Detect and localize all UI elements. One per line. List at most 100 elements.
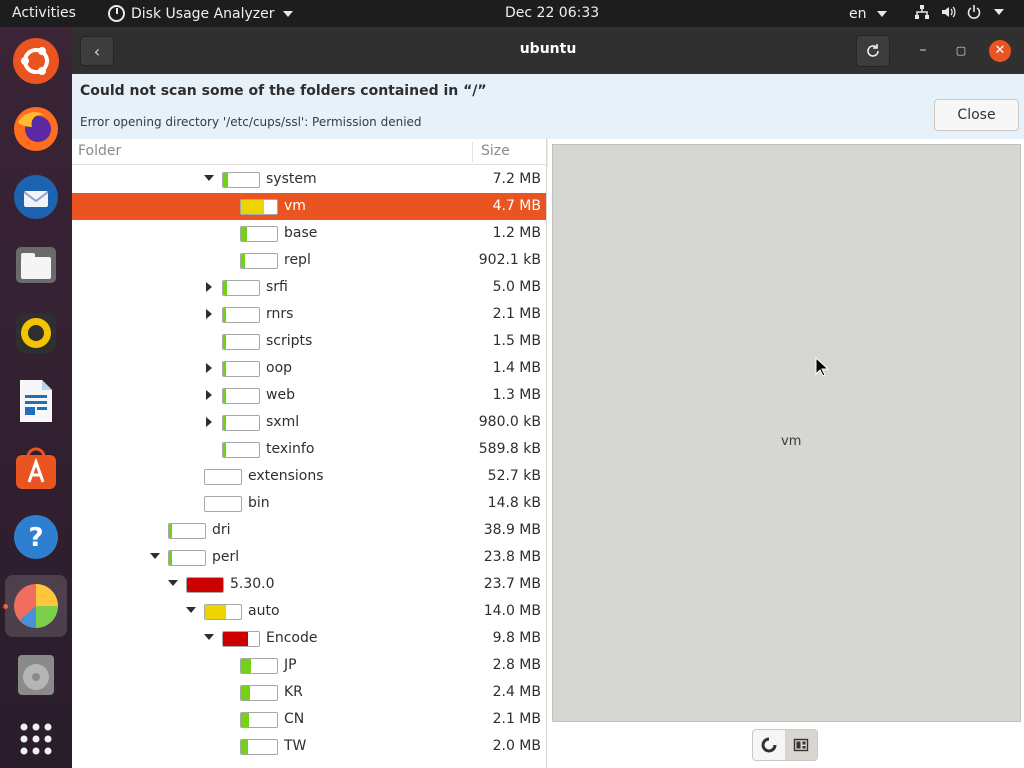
usage-bar-fill <box>223 281 227 295</box>
tree-row[interactable]: web 1.3 MB <box>72 382 546 409</box>
usage-bar-fill <box>169 551 172 565</box>
usage-bar <box>168 550 206 566</box>
activities-button[interactable]: Activities <box>12 5 76 21</box>
tree-row[interactable]: srfi 5.0 MB <box>72 274 546 301</box>
expander-collapsed-icon[interactable] <box>206 282 212 292</box>
expander-collapsed-icon[interactable] <box>206 390 212 400</box>
folder-name: base <box>284 225 318 241</box>
treemap-chart-button[interactable] <box>785 730 817 760</box>
clock[interactable]: Dec 22 06:33 <box>505 5 599 21</box>
folder-name: Encode <box>266 630 318 646</box>
tree-row[interactable]: CN 2.1 MB <box>72 706 546 733</box>
folder-name: auto <box>248 603 280 619</box>
tree-row[interactable]: auto 14.0 MB <box>72 598 546 625</box>
app-menu-label: Disk Usage Analyzer <box>131 5 275 22</box>
expander-expanded-icon[interactable] <box>168 580 178 586</box>
tree-row[interactable]: repl 902.1 kB <box>72 247 546 274</box>
usage-bar <box>204 469 242 485</box>
tree-row[interactable]: dri 38.9 MB <box>72 517 546 544</box>
tree-row[interactable]: texinfo 589.8 kB <box>72 436 546 463</box>
tree-row[interactable]: Encode 9.8 MB <box>72 625 546 652</box>
maximize-button[interactable]: ▢ <box>950 40 972 62</box>
usage-bar <box>222 415 260 431</box>
infobar-close-button[interactable]: Close <box>934 99 1019 131</box>
column-header-folder[interactable]: Folder <box>78 143 121 159</box>
folder-name: srfi <box>266 279 288 295</box>
tree-row[interactable]: base 1.2 MB <box>72 220 546 247</box>
expander-expanded-icon[interactable] <box>150 553 160 559</box>
expander-collapsed-icon[interactable] <box>206 417 212 427</box>
expander-collapsed-icon[interactable] <box>206 363 212 373</box>
usage-bar-fill <box>205 605 226 619</box>
usage-bar <box>240 712 278 728</box>
usage-bar <box>240 253 278 269</box>
folder-name: repl <box>284 252 311 268</box>
ubuntu-logo-icon[interactable] <box>12 37 60 85</box>
usage-bar <box>222 280 260 296</box>
firefox-icon[interactable] <box>12 105 60 153</box>
folder-size: 7.2 MB <box>492 171 541 187</box>
rhythmbox-icon[interactable] <box>12 309 60 357</box>
tree-row[interactable]: bin 14.8 kB <box>72 490 546 517</box>
system-menu[interactable] <box>914 4 1004 20</box>
folder-name: oop <box>266 360 293 376</box>
tree-row[interactable]: perl 23.8 MB <box>72 544 546 571</box>
show-apps-icon[interactable] <box>12 715 60 763</box>
usage-bar-fill <box>223 173 228 187</box>
tree-row[interactable]: vm 4.7 MB <box>72 193 546 220</box>
folder-size: 2.4 MB <box>492 684 541 700</box>
disk-usage-analyzer-icon[interactable] <box>5 575 67 637</box>
tree-row[interactable]: TW 2.0 MB <box>72 733 546 760</box>
tree-row[interactable]: scripts 1.5 MB <box>72 328 546 355</box>
folder-name: bin <box>248 495 270 511</box>
thunderbird-icon[interactable] <box>12 173 60 221</box>
tree-row[interactable]: KR 2.4 MB <box>72 679 546 706</box>
folder-size: 2.1 MB <box>492 711 541 727</box>
folder-size: 4.7 MB <box>492 198 541 214</box>
rings-chart-icon <box>761 737 777 753</box>
folder-tree[interactable]: Folder Size system 7.2 MB vm 4.7 MB base 1.2 … <box>72 139 547 768</box>
usage-bar-fill <box>223 389 226 403</box>
treemap-chart[interactable]: vm <box>552 144 1021 722</box>
folder-name: JP <box>284 657 297 673</box>
usage-bar-fill <box>223 308 226 322</box>
folder-name: scripts <box>266 333 313 349</box>
tree-row[interactable]: rnrs 2.1 MB <box>72 301 546 328</box>
minimize-button[interactable]: – <box>912 40 934 62</box>
writer-icon[interactable] <box>12 377 60 425</box>
tree-row[interactable]: JP 2.8 MB <box>72 652 546 679</box>
folder-size: 2.8 MB <box>492 657 541 673</box>
tree-row[interactable]: 5.30.0 23.7 MB <box>72 571 546 598</box>
expander-expanded-icon[interactable] <box>186 607 196 613</box>
refresh-icon <box>867 44 879 57</box>
files-icon[interactable] <box>12 241 60 289</box>
rescan-button[interactable] <box>856 35 890 67</box>
usage-bar <box>186 577 224 593</box>
help-icon[interactable]: ? <box>12 513 60 561</box>
tree-row[interactable]: oop 1.4 MB <box>72 355 546 382</box>
tree-row[interactable]: sxml 980.0 kB <box>72 409 546 436</box>
rings-chart-button[interactable] <box>753 730 785 760</box>
usage-bar-fill <box>241 200 264 214</box>
folder-name: sxml <box>266 414 300 430</box>
expander-collapsed-icon[interactable] <box>206 309 212 319</box>
column-header-size[interactable]: Size <box>481 143 510 159</box>
app-center-icon[interactable] <box>12 445 60 493</box>
folder-size: 1.4 MB <box>492 360 541 376</box>
input-source-menu[interactable]: en <box>849 6 887 22</box>
folder-name: texinfo <box>266 441 315 457</box>
tree-row[interactable]: extensions 52.7 kB <box>72 463 546 490</box>
usage-bar <box>222 172 260 188</box>
disc-icon[interactable] <box>12 651 60 699</box>
usage-bar <box>204 496 242 512</box>
app-menu[interactable]: Disk Usage Analyzer <box>108 5 293 22</box>
expander-expanded-icon[interactable] <box>204 175 214 181</box>
close-window-button[interactable]: ✕ <box>989 40 1011 62</box>
chevron-down-icon <box>282 10 293 17</box>
treemap-chart-icon <box>793 738 809 752</box>
tree-row[interactable]: system 7.2 MB <box>72 166 546 193</box>
volume-icon <box>942 6 956 18</box>
usage-bar-fill <box>241 659 251 673</box>
folder-name: vm <box>284 198 306 214</box>
expander-expanded-icon[interactable] <box>204 634 214 640</box>
